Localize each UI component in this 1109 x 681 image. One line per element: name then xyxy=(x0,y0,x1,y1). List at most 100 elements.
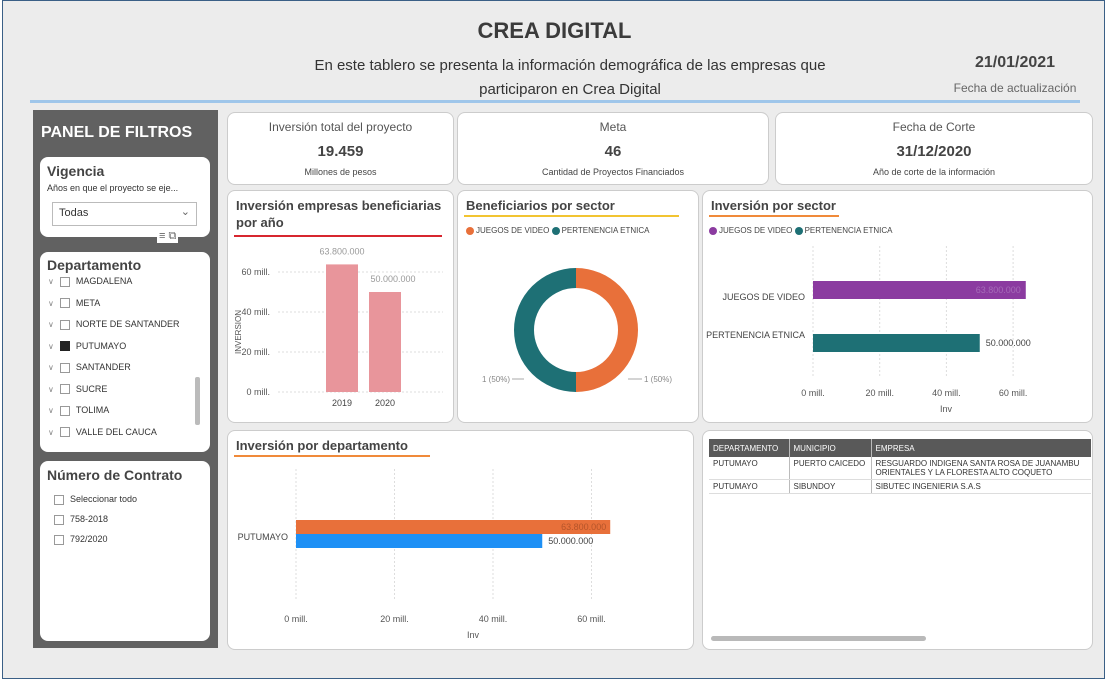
filter-panel-title: PANEL DE FILTROS xyxy=(41,124,193,141)
checkbox[interactable] xyxy=(59,276,70,287)
hbar-chart-sector: 0 mill. 20 mill. 40 mill. 60 mill. Inv JUEGOS… xyxy=(706,246,1031,414)
update-date: 21/01/2021 xyxy=(974,54,1056,71)
contrato-option[interactable]: 758-2018 xyxy=(54,514,108,525)
expand-chevron-icon[interactable]: ∨ xyxy=(48,342,54,351)
x-axis-label: Inv xyxy=(940,404,953,414)
expand-chevron-icon[interactable]: ∨ xyxy=(48,299,54,308)
chevron-down-icon: ⌄ xyxy=(180,206,190,218)
expand-chevron-icon[interactable]: ∨ xyxy=(48,363,54,372)
table-cell: SIBUNDOY xyxy=(788,479,871,494)
x-tick-label: 0 mill. xyxy=(801,388,825,398)
vigencia-dropdown[interactable]: Todas ⌄ xyxy=(52,202,197,226)
option-label: SANTANDER xyxy=(75,362,131,372)
donut-slice xyxy=(576,268,638,392)
option-label: TOLIMA xyxy=(75,405,110,415)
column-header[interactable]: EMPRESA xyxy=(870,439,1091,457)
table-row[interactable]: PUTUMAYO SIBUNDOY SIBUTEC INGENIERIA S.A… xyxy=(709,479,1091,494)
kpi-sub: Año de corte de la información xyxy=(872,167,996,177)
report-subtitle: En este tablero se presenta la informaci… xyxy=(280,54,860,102)
table-cell: SIBUTEC INGENIERIA S.A.S xyxy=(870,479,1091,494)
table-cell-line: RESGUARDO INDIGENA SANTA ROSA DE JUANAMB… xyxy=(875,459,1080,468)
hbar-chart-departamento: 0 mill. 20 mill. 40 mill. 60 mill. Inv PUTUMA… xyxy=(238,469,611,640)
kpi-inversion-total: Inversión total del proyecto 19.459 Mill… xyxy=(227,112,454,185)
departamento-option[interactable]: ∨ NORTE DE SANTANDER xyxy=(48,319,180,330)
departamento-option[interactable]: ∨ SUCRE xyxy=(48,384,107,395)
vigencia-caption: Años en que el proyecto se eje... xyxy=(47,183,179,193)
x-tick-label: 2019 xyxy=(332,398,352,408)
empresas-table-card: DEPARTAMENTO MUNICIPIO EMPRESA PUTUMAYO … xyxy=(702,430,1093,650)
contrato-slicer: Número de Contrato Seleccionar todo 758-2… xyxy=(40,461,210,641)
departamento-option[interactable]: ∨ VALLE DEL CAUCA xyxy=(48,427,157,438)
table-cell: PUERTO CAICEDO xyxy=(788,457,871,480)
x-tick-label: 0 mill. xyxy=(284,614,308,624)
checkbox[interactable] xyxy=(59,319,70,330)
bar xyxy=(326,264,358,392)
data-label: 50.000.000 xyxy=(986,338,1031,348)
kpi-fecha-corte: Fecha de Corte 31/12/2020 Año de corte d… xyxy=(775,112,1093,185)
y-tick-label: JUEGOS DE VIDEO xyxy=(722,292,805,302)
x-tick-label: 40 mill. xyxy=(932,388,961,398)
expand-chevron-icon[interactable]: ∨ xyxy=(48,320,54,329)
table-cell: PUTUMAYO xyxy=(709,457,789,480)
option-label: META xyxy=(75,297,101,308)
x-tick-label: 40 mill. xyxy=(479,614,508,624)
column-header[interactable]: MUNICIPIO xyxy=(788,439,871,457)
column-header[interactable]: DEPARTAMENTO xyxy=(709,439,789,457)
data-label: 50.000.000 xyxy=(548,536,593,546)
subtitle-line: participaron en Crea Digital xyxy=(479,81,661,98)
expand-chevron-icon[interactable]: ∨ xyxy=(48,277,54,286)
focus-mode-icon[interactable]: ⧉ xyxy=(168,230,176,242)
checkbox[interactable] xyxy=(59,427,70,438)
filter-icon[interactable]: ≡ xyxy=(159,230,165,242)
checkbox[interactable] xyxy=(59,298,70,309)
contrato-option[interactable]: Seleccionar todo xyxy=(54,494,137,505)
vigencia-title: Vigencia xyxy=(47,163,105,179)
y-tick-label: 60 mill. xyxy=(241,267,270,277)
checkbox[interactable] xyxy=(54,514,64,525)
subtitle-line: En este tablero se presenta la informaci… xyxy=(314,57,826,74)
option-label: 758-2018 xyxy=(70,514,109,524)
slice-label: 1 (50%) xyxy=(644,375,672,384)
checkbox[interactable] xyxy=(59,384,70,395)
data-label: 63.800.000 xyxy=(976,285,1021,295)
departamento-scrollbar[interactable] xyxy=(195,377,200,425)
chart-beneficiarios-sector: Beneficiarios por sector JUEGOS DE VIDEO… xyxy=(457,190,699,423)
empresas-table: DEPARTAMENTO MUNICIPIO EMPRESA PUTUMAYO … xyxy=(709,439,1091,494)
data-label: 50.000.000 xyxy=(370,274,415,284)
departamento-option[interactable]: ∨ META xyxy=(48,298,100,309)
x-tick-label: 60 mill. xyxy=(577,614,606,624)
chart-inversion-sector: Inversión por sector JUEGOS DE VIDEO PER… xyxy=(702,190,1093,423)
checkbox[interactable] xyxy=(59,341,70,352)
kpi-value: 19.459 xyxy=(317,143,364,160)
bar-chart-year: 0 mill. 20 mill. 40 mill. 60 mill. INVERSION… xyxy=(234,246,443,408)
bar xyxy=(813,334,980,352)
option-label: VALLE DEL CAUCA xyxy=(75,426,157,437)
y-tick-label: 20 mill. xyxy=(241,347,270,357)
kpi-label: Fecha de Corte xyxy=(892,120,976,134)
y-axis-label: INVERSION xyxy=(234,310,243,354)
chart-inversion-por-anio: Inversión empresas beneficiarias por año… xyxy=(227,190,454,423)
departamento-option[interactable]: ∨ SANTANDER xyxy=(48,362,131,373)
expand-chevron-icon[interactable]: ∨ xyxy=(48,406,54,415)
x-axis-label: Inv xyxy=(467,630,480,640)
departamento-option[interactable]: ∨ TOLIMA xyxy=(48,405,109,416)
checkbox[interactable] xyxy=(54,534,64,545)
departamento-option[interactable]: ∨ PUTUMAYO xyxy=(48,341,126,352)
filter-panel: PANEL DE FILTROS Vigencia Años en que el… xyxy=(33,110,218,648)
data-label: 63.800.000 xyxy=(319,246,364,256)
option-label: SUCRE xyxy=(75,383,108,394)
table-horizontal-scrollbar[interactable] xyxy=(711,636,926,641)
contrato-option[interactable]: 792/2020 xyxy=(54,534,108,545)
checkbox[interactable] xyxy=(54,494,64,505)
departamento-option[interactable]: ∨ MAGDALENA xyxy=(48,276,132,287)
vigencia-selected: Todas xyxy=(59,207,89,219)
expand-chevron-icon[interactable]: ∨ xyxy=(48,385,54,394)
checkbox[interactable] xyxy=(59,362,70,373)
option-label: MAGDALENA xyxy=(75,276,133,286)
checkbox[interactable] xyxy=(59,405,70,416)
expand-chevron-icon[interactable]: ∨ xyxy=(48,428,54,437)
option-label: Seleccionar todo xyxy=(70,494,138,504)
option-label: 792/2020 xyxy=(70,534,108,544)
kpi-sub: Millones de pesos xyxy=(304,167,377,177)
table-row[interactable]: PUTUMAYO PUERTO CAICEDO RESGUARDO INDIGE… xyxy=(709,457,1091,480)
